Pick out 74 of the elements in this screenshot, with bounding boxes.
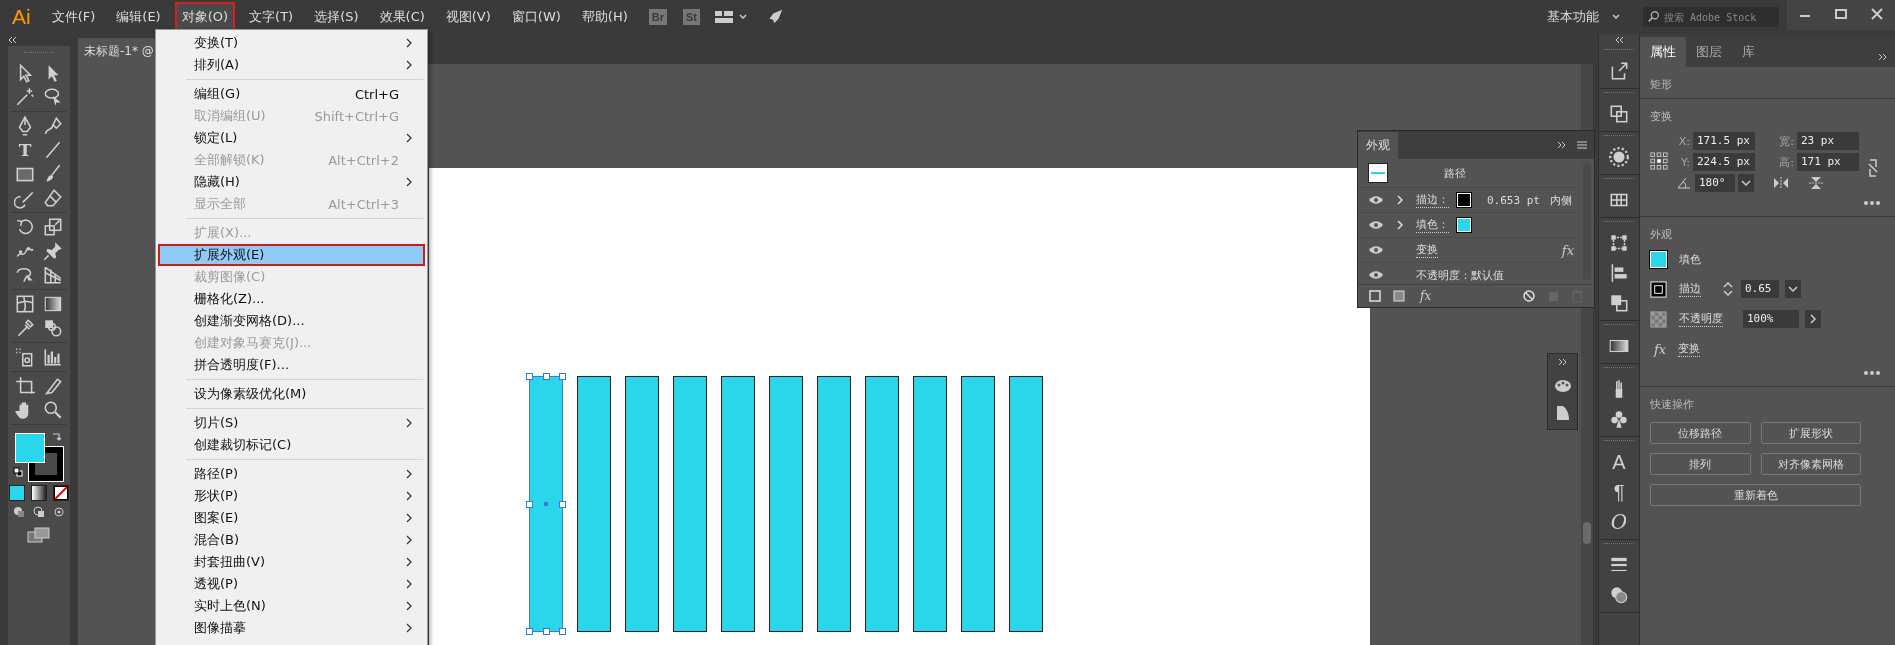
menu-bar-item[interactable]: 文件(F)	[44, 2, 103, 32]
menu-bar-item[interactable]: 文字(T)	[242, 2, 301, 32]
panel-tab[interactable]: 属性	[1640, 37, 1686, 67]
menu-bar-item[interactable]: 帮助(H)	[574, 2, 635, 32]
quick-action-button[interactable]: 扩展形状	[1760, 422, 1861, 444]
rotate-field[interactable]: 180°	[1695, 174, 1735, 192]
field-label: 高:	[1778, 154, 1794, 170]
menu-item[interactable]: 扩展外观(E)	[158, 244, 425, 266]
menu-bar-item[interactable]: 效果(C)	[372, 2, 432, 32]
fill-label: 填色	[1679, 251, 1701, 267]
stroke-alignment-value: 内侧	[1550, 192, 1572, 208]
workspace-switcher[interactable]: 基本功能	[1537, 8, 1631, 26]
width-field[interactable]: 23 px	[1797, 132, 1859, 150]
menu-bar-item[interactable]: 视图(V)	[438, 2, 498, 32]
menu-item[interactable]: 路径(P)	[158, 463, 425, 485]
appearance-attribute[interactable]: 填色：	[1416, 217, 1449, 233]
menu-item[interactable]: 锁定(L)	[158, 127, 425, 149]
y-field[interactable]: 224.5 px	[1693, 153, 1755, 171]
quick-action-button[interactable]: 对齐像素网格	[1760, 453, 1861, 475]
menu-item[interactable]: 隐藏(H)	[158, 171, 425, 193]
menu-item[interactable]: 拼合透明度(F)...	[158, 354, 425, 376]
menu-item[interactable]: 形状(P)	[158, 485, 425, 507]
menu-item[interactable]: 排列(A)	[158, 54, 425, 76]
effect-link[interactable]: 变换	[1678, 341, 1701, 357]
menu-item[interactable]: 变换(T)	[158, 32, 425, 54]
fx-icon[interactable]: fx	[1420, 289, 1432, 303]
menu-item[interactable]: 透视(P)	[158, 573, 425, 595]
panel-glyph-icon[interactable]: A	[1612, 451, 1626, 473]
menu-item[interactable]: 设为像素级优化(M)	[158, 383, 425, 405]
panel-tab[interactable]: 图层	[1686, 37, 1732, 67]
quick-action-button[interactable]: 位移路径	[1650, 422, 1751, 444]
menu-bar-item[interactable]: 编辑(E)	[109, 2, 168, 32]
app-logo: Ai	[12, 5, 31, 29]
field-label: 宽:	[1778, 133, 1794, 149]
quick-action-button[interactable]: 重新着色	[1650, 484, 1861, 506]
opacity-link[interactable]: 不透明度	[1679, 311, 1723, 327]
section-title: 快速操作	[1650, 397, 1695, 412]
search-field[interactable]: 搜索 Adobe Stock	[1643, 7, 1779, 27]
object-type-label: 矩形	[1650, 77, 1673, 92]
menu-item[interactable]: 栅格化(Z)...	[158, 288, 425, 310]
menu-item[interactable]: 创建渐变网格(D)...	[158, 310, 425, 332]
height-field[interactable]: 171 px	[1797, 153, 1859, 171]
x-field[interactable]: 171.5 px	[1693, 132, 1755, 150]
stroke-link[interactable]: 描边	[1679, 281, 1701, 297]
appearance-attribute[interactable]: 描边：	[1416, 192, 1449, 208]
appearance-attribute[interactable]: 不透明度：默认值	[1416, 267, 1504, 283]
panel-glyph-icon[interactable]: ¶	[1613, 481, 1625, 503]
fx-icon[interactable]: fx	[1654, 341, 1667, 357]
section-title: 外观	[1650, 227, 1673, 242]
menu-bar-item[interactable]: 窗口(W)	[504, 2, 568, 32]
panel-tab[interactable]: 外观	[1358, 132, 1398, 159]
menu-item[interactable]: 封套扭曲(V)	[158, 551, 425, 573]
panel-glyph-icon[interactable]: O	[1610, 511, 1628, 533]
menu-item[interactable]: 实时上色(N)	[158, 595, 425, 617]
menu-bar-item[interactable]: 对象(O)	[174, 2, 236, 32]
stroke-weight-value[interactable]: 0.653 pt	[1487, 193, 1540, 207]
menu-bar-item[interactable]: 选择(S)	[307, 2, 366, 32]
menu-item[interactable]: 图案(E)	[158, 507, 425, 529]
menu-item[interactable]: 切片(S)	[158, 412, 425, 434]
appearance-attribute[interactable]: 路径	[1444, 165, 1466, 181]
appearance-attribute[interactable]: 变换	[1416, 242, 1438, 258]
stroke-weight-field[interactable]: 0.65	[1741, 280, 1779, 298]
section-title: 变换	[1650, 109, 1673, 124]
opacity-field[interactable]: 100%	[1743, 310, 1799, 328]
panel-tab[interactable]: 库	[1732, 37, 1765, 67]
menu-item[interactable]: 图像描摹	[158, 617, 425, 639]
field-label: X:	[1677, 134, 1690, 148]
type-tool-icon[interactable]: T	[14, 139, 36, 161]
menu-item[interactable]: 创建裁切标记(C)	[158, 434, 425, 456]
menu-item[interactable]: 混合(B)	[158, 529, 425, 551]
fx-icon[interactable]: fx	[1561, 242, 1574, 258]
quick-action-button[interactable]: 排列	[1650, 453, 1751, 475]
field-label: Y:	[1680, 155, 1690, 169]
menu-item[interactable]: 编组(G) Ctrl+G	[158, 83, 425, 105]
